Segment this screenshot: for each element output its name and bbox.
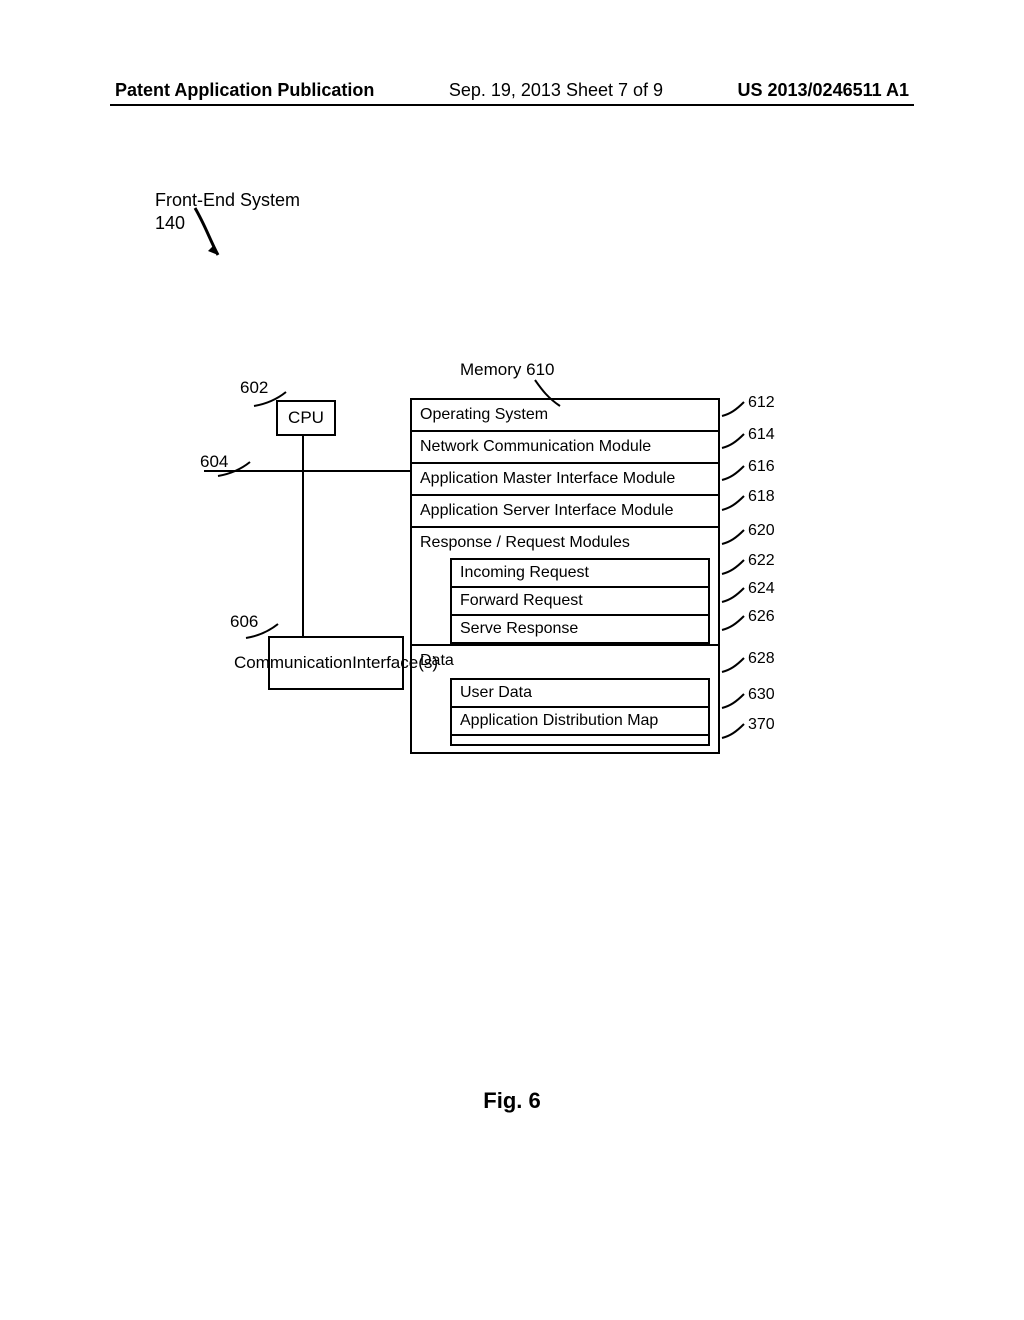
ref-626-num: 626 bbox=[748, 608, 775, 625]
header-rule bbox=[110, 104, 914, 106]
mem-sub-adm: Application Distribution Map bbox=[452, 708, 708, 736]
ref-616: 616 bbox=[748, 458, 775, 476]
ref-620-num: 620 bbox=[748, 522, 775, 539]
comm-interface-block: Communication Interface(s) bbox=[268, 636, 404, 690]
mem-row-amim: Application Master Interface Module bbox=[412, 464, 718, 496]
mem-sub-ud: User Data bbox=[452, 680, 708, 708]
comm-label-1: Communication bbox=[234, 653, 352, 673]
cpu-label: CPU bbox=[288, 408, 324, 428]
ref-618: 618 bbox=[748, 488, 775, 506]
ref-622-num: 622 bbox=[748, 552, 775, 569]
mem-sub-ud-label: User Data bbox=[460, 684, 532, 701]
ref-618-num: 618 bbox=[748, 488, 775, 505]
lead-arrow-icon bbox=[190, 200, 240, 270]
ref-624: 624 bbox=[748, 580, 775, 598]
mem-row-asim: Application Server Interface Module bbox=[412, 496, 718, 528]
mem-row-os: Operating System bbox=[412, 400, 718, 432]
ref-612: 612 bbox=[748, 394, 775, 412]
patent-page: Patent Application Publication Sep. 19, … bbox=[0, 0, 1024, 1320]
header-mid: Sep. 19, 2013 Sheet 7 of 9 bbox=[449, 80, 663, 101]
block-diagram: Memory 610 602 CPU 604 606 Communication… bbox=[200, 360, 920, 790]
mem-sub-fwd: Forward Request bbox=[452, 588, 708, 616]
mem-rrm-label: Response / Request Modules bbox=[420, 534, 630, 551]
ref-630-num: 630 bbox=[748, 686, 775, 703]
mem-data-sublist: User Data Application Distribution Map bbox=[450, 678, 710, 746]
header-right: US 2013/0246511 A1 bbox=[738, 80, 909, 101]
mem-sub-inc: Incoming Request bbox=[452, 560, 708, 588]
lead-line-icon bbox=[216, 460, 256, 478]
mem-rrm-sublist: Incoming Request Forward Request Serve R… bbox=[450, 558, 710, 644]
ref-370: 370 bbox=[748, 716, 775, 734]
ref-622: 622 bbox=[748, 552, 775, 570]
memory-title: Memory 610 bbox=[460, 360, 554, 380]
ref-612-num: 612 bbox=[748, 394, 775, 411]
ref-624-num: 624 bbox=[748, 580, 775, 597]
ref-626: 626 bbox=[748, 608, 775, 626]
mem-amim-label: Application Master Interface Module bbox=[420, 470, 675, 487]
ref-628-num: 628 bbox=[748, 650, 775, 667]
mem-data-label: Data bbox=[420, 652, 454, 669]
mem-row-ncm: Network Communication Module bbox=[412, 432, 718, 464]
ref-630: 630 bbox=[748, 686, 775, 704]
memory-block: Operating System Network Communication M… bbox=[410, 398, 720, 754]
ref-616-num: 616 bbox=[748, 458, 775, 475]
cpu-block: CPU bbox=[276, 400, 336, 436]
mem-sub-fwd-label: Forward Request bbox=[460, 592, 583, 609]
mem-row-data: Data User Data Application Distribution … bbox=[412, 646, 718, 752]
bus-line bbox=[204, 470, 412, 472]
figure-caption: Fig. 6 bbox=[0, 1088, 1024, 1114]
page-header: Patent Application Publication Sep. 19, … bbox=[115, 80, 909, 101]
ref-628: 628 bbox=[748, 650, 775, 668]
mem-sub-srv-label: Serve Response bbox=[460, 620, 578, 637]
ref-614-num: 614 bbox=[748, 426, 775, 443]
header-left: Patent Application Publication bbox=[115, 80, 374, 101]
ref-370-num: 370 bbox=[748, 716, 775, 733]
mem-sub-inc-label: Incoming Request bbox=[460, 564, 589, 581]
mem-asim-label: Application Server Interface Module bbox=[420, 502, 673, 519]
mem-sub-trailing bbox=[452, 736, 708, 746]
mem-ncm-label: Network Communication Module bbox=[420, 438, 651, 455]
mem-os-label: Operating System bbox=[420, 406, 548, 423]
mem-row-rrm: Response / Request Modules Incoming Requ… bbox=[412, 528, 718, 646]
mem-sub-adm-label: Application Distribution Map bbox=[460, 712, 658, 729]
mem-sub-srv: Serve Response bbox=[452, 616, 708, 644]
ref-620: 620 bbox=[748, 522, 775, 540]
ref-614: 614 bbox=[748, 426, 775, 444]
